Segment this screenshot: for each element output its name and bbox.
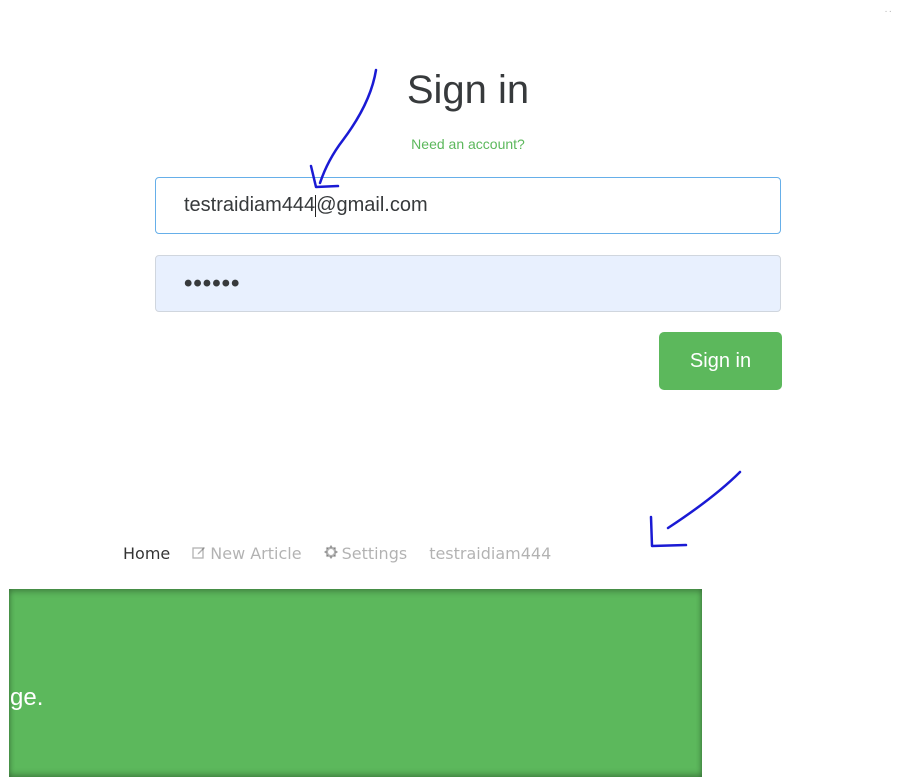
nav-item-label: testraidiam444 [429, 544, 552, 563]
annotation-arrow-bottom [649, 470, 742, 548]
banner-text: ge. [10, 684, 44, 711]
nav-item-settings[interactable]: Settings [324, 544, 408, 563]
nav-item-label: Settings [341, 544, 408, 563]
gear-icon [324, 545, 338, 563]
page-title: Sign in [406, 68, 530, 112]
home-banner: ge. [9, 589, 702, 777]
password-value: •••••• [184, 269, 241, 297]
edit-icon [192, 545, 206, 563]
nav-item-label: Home [123, 544, 171, 563]
nav-item-home[interactable]: Home [123, 544, 170, 563]
nav-item-profile[interactable]: testraidiam444 [429, 544, 551, 563]
need-account-link[interactable]: Need an account? [0, 136, 903, 152]
password-field[interactable]: •••••• [155, 255, 781, 312]
corner-dots-icon: ·· [884, 6, 893, 17]
email-field[interactable]: testraidiam444 @gmail.com [155, 177, 781, 234]
sign-in-button[interactable]: Sign in [659, 332, 782, 390]
navbar: Home New Article Settings testraidiam444 [123, 544, 573, 563]
email-value-end: @gmail.com [316, 194, 428, 216]
email-value-start: testraidiam444 [184, 194, 316, 216]
screenshot-canvas: ·· Sign in Need an account? testraidiam4… [0, 0, 903, 783]
nav-item-new-article[interactable]: New Article [192, 544, 302, 563]
nav-item-label: New Article [210, 544, 302, 563]
